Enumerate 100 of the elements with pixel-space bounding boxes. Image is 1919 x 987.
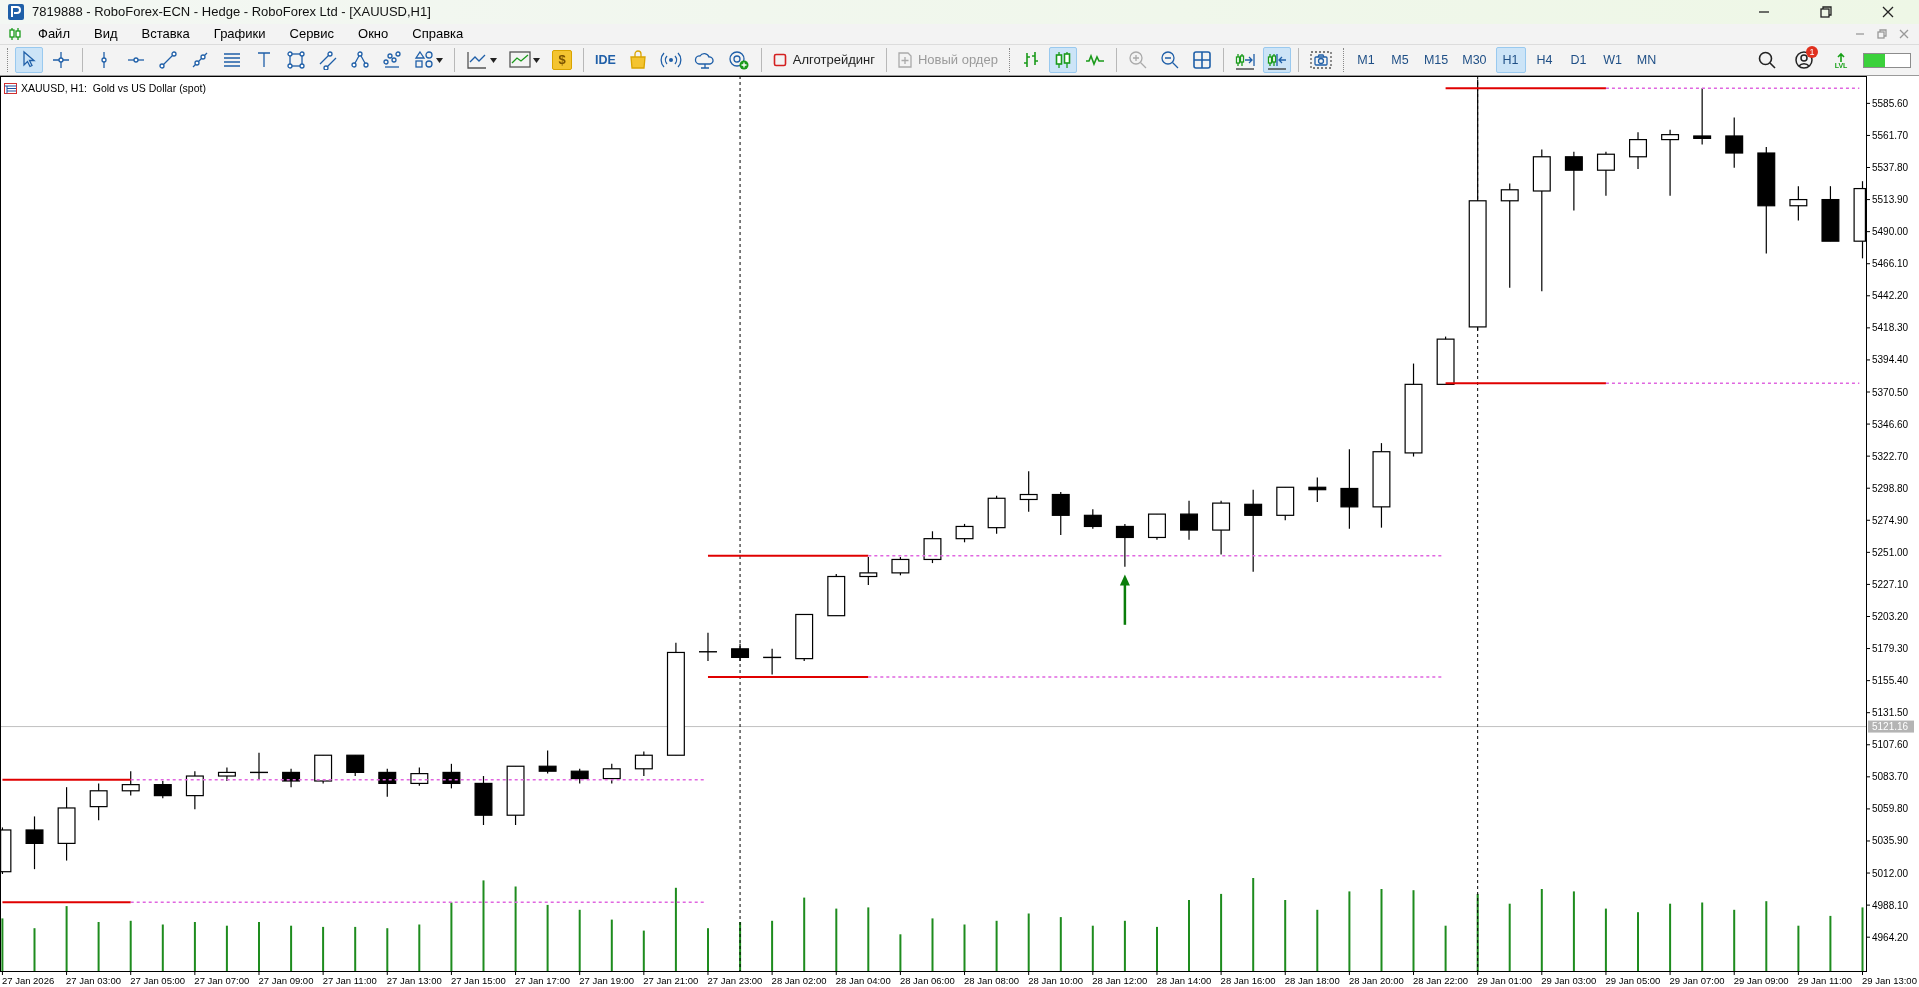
menu-item[interactable]: Вставка <box>129 24 202 44</box>
time-label: 29 Jan 05:00 <box>1605 975 1661 986</box>
candle <box>1212 500 1231 556</box>
menu-item[interactable]: Окно <box>346 24 401 44</box>
timeframe-button[interactable]: W1 <box>1597 47 1628 73</box>
candle <box>570 768 589 784</box>
account-button[interactable]: 1 <box>1789 47 1819 73</box>
candlestick-icon[interactable] <box>1048 47 1077 73</box>
volume-bar <box>610 919 613 971</box>
time-label: 29 Jan 07:00 <box>1669 975 1725 986</box>
price-label: 5251.00 <box>1872 546 1909 558</box>
volume-bar <box>1797 925 1800 971</box>
volume-bar <box>65 906 68 971</box>
candle <box>89 782 108 821</box>
menu-item[interactable]: Сервис <box>277 24 347 44</box>
algo-trading-button[interactable]: Алготрейдинг <box>768 47 879 73</box>
price-label: 5227.10 <box>1872 578 1909 590</box>
volume-bar <box>450 902 453 971</box>
volume-bar <box>1123 920 1126 971</box>
candle <box>891 556 910 576</box>
candle <box>185 770 204 810</box>
document-plus-icon <box>897 52 912 68</box>
candle <box>731 643 750 662</box>
time-label: 27 Jan 05:00 <box>130 975 186 986</box>
chart-shift-icon[interactable] <box>1262 47 1291 73</box>
time-label: 27 Jan 11:00 <box>322 975 377 986</box>
volume-bar <box>418 924 421 971</box>
time-label: 29 Jan 03:00 <box>1541 975 1597 986</box>
price-label: 5490.00 <box>1872 226 1909 238</box>
candlestick-icon[interactable] <box>8 27 22 41</box>
candle <box>1693 87 1712 146</box>
volume-bar <box>1508 903 1511 971</box>
candle <box>859 556 878 586</box>
volume-bar <box>386 928 389 971</box>
volume-bar <box>1027 913 1030 971</box>
price-label: 5322.70 <box>1872 450 1909 462</box>
volume-bar <box>129 920 132 971</box>
menu-item[interactable]: Графики <box>201 24 278 44</box>
price-label: 5035.90 <box>1872 835 1909 847</box>
price-label: 5179.30 <box>1872 643 1909 655</box>
price-label: 4964.20 <box>1872 931 1909 943</box>
time-label: 28 Jan 22:00 <box>1413 975 1468 986</box>
price-label: 5155.40 <box>1872 675 1909 687</box>
candle <box>698 632 718 662</box>
time-label: 27 Jan 21:00 <box>643 975 699 986</box>
price-label: 5274.90 <box>1872 514 1909 526</box>
timeframe-button[interactable]: M5 <box>1384 47 1415 73</box>
candle <box>1821 185 1840 242</box>
candle <box>217 766 236 782</box>
timeframe-button[interactable]: H1 <box>1495 47 1526 73</box>
candle <box>314 754 333 784</box>
time-label: 28 Jan 04:00 <box>835 975 891 986</box>
price-label: 5059.80 <box>1872 803 1909 815</box>
candle <box>1083 508 1102 530</box>
time-label: 29 Jan 01:00 <box>1477 975 1533 986</box>
candle <box>1725 117 1744 169</box>
volume-bar <box>193 922 196 971</box>
chart-title: XAUUSD, H1: Gold vs US Dollar (spot) <box>21 81 206 96</box>
ide-button[interactable]: IDE <box>591 47 620 73</box>
candle <box>282 768 301 788</box>
up-arrow <box>1119 574 1130 625</box>
volume-bar <box>1091 925 1094 971</box>
time-label: 28 Jan 16:00 <box>1220 975 1276 986</box>
volume-bar <box>161 924 164 971</box>
time-label: 28 Jan 12:00 <box>1092 975 1148 986</box>
price-label: 5370.50 <box>1872 386 1909 398</box>
app-logo-icon <box>8 4 24 20</box>
menu-item[interactable]: Справка <box>400 24 476 44</box>
candle <box>25 815 44 870</box>
time-label: 27 Jan 07:00 <box>194 975 250 986</box>
time-label: 28 Jan 20:00 <box>1348 975 1404 986</box>
price-label: 5561.70 <box>1872 129 1909 141</box>
price-label: 5585.60 <box>1872 97 1909 109</box>
volume-bar <box>963 924 966 971</box>
time-label: 27 Jan 09:00 <box>258 975 314 986</box>
time-label: 27 Jan 23:00 <box>707 975 763 986</box>
volume-bar <box>1059 917 1062 971</box>
menu-item[interactable]: Файл <box>26 24 82 44</box>
timeframe-button[interactable]: D1 <box>1563 47 1594 73</box>
candle <box>1596 151 1615 197</box>
timeframe-button[interactable]: M30 <box>1457 47 1492 73</box>
timeframe-button[interactable]: M15 <box>1418 47 1454 73</box>
candle <box>987 495 1006 535</box>
candle <box>762 648 782 676</box>
time-label: 27 Jan 19:00 <box>579 975 635 986</box>
candle <box>1147 513 1166 541</box>
candle <box>1436 335 1455 385</box>
timeframe-button[interactable]: M1 <box>1350 47 1381 73</box>
volume-bar <box>1829 915 1832 971</box>
volume-bar <box>225 925 228 971</box>
volume-bar <box>1316 909 1319 971</box>
candle <box>1019 470 1038 513</box>
timeframe-button[interactable]: MN <box>1631 47 1662 73</box>
menu-item[interactable]: Вид <box>81 24 130 44</box>
candle <box>1564 151 1583 212</box>
cursor-icon[interactable] <box>15 47 43 73</box>
price-label: 5298.80 <box>1872 482 1909 494</box>
volume-bar <box>995 920 998 971</box>
timeframe-button[interactable]: H4 <box>1529 47 1560 73</box>
candle <box>634 751 653 777</box>
